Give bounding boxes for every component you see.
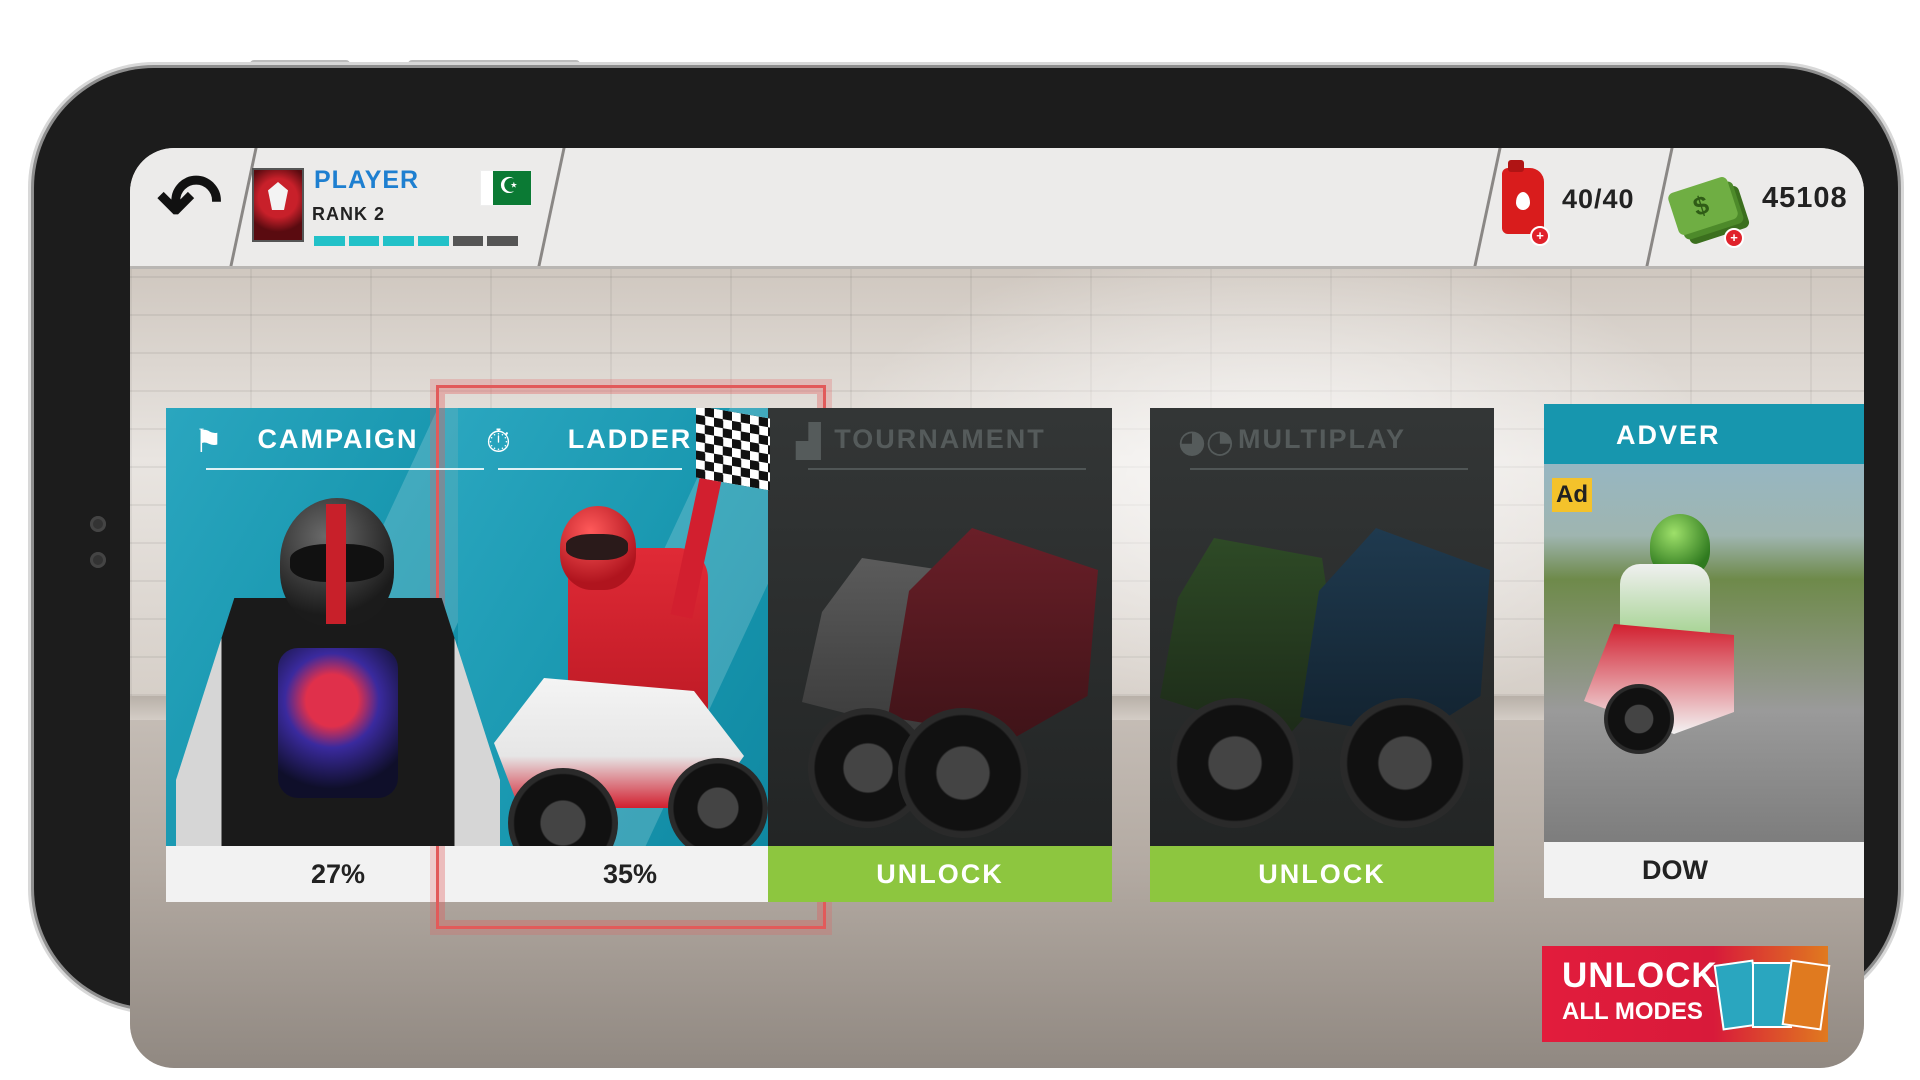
mode-card-ladder[interactable]: ⏱ LADDER 35% — [458, 408, 802, 902]
unlock-multiplay-button[interactable]: UNLOCK — [1150, 846, 1494, 902]
back-arrow-icon[interactable]: ↶ — [140, 162, 240, 242]
top-bar: ↶ PLAYER RANK 2 + 40/40 + 45108 — [130, 148, 1864, 269]
mode-card-multiplay[interactable]: ◕◔ MULTIPLAY UNLOCK — [1150, 408, 1494, 902]
unlock-all-line2: ALL MODES — [1562, 998, 1703, 1025]
mode-title-tournament: TOURNAMENT — [834, 424, 1046, 454]
cash-stack-icon[interactable] — [1666, 175, 1740, 237]
mode-title-multiplay: MULTIPLAY — [1237, 424, 1406, 454]
mode-card-adventure[interactable]: ADVER Ad DOW — [1544, 404, 1864, 898]
ad-badge: Ad — [1552, 478, 1592, 512]
game-screen: ↶ PLAYER RANK 2 + 40/40 + 45108 — [130, 148, 1864, 1068]
xp-progress-bar — [314, 236, 519, 246]
unlock-tournament-button[interactable]: UNLOCK — [768, 846, 1112, 902]
fuel-value: 40/40 — [1562, 184, 1635, 214]
unlock-all-line1: UNLOCK — [1562, 956, 1718, 995]
player-name: PLAYER — [314, 166, 420, 194]
phone-frame: ↶ PLAYER RANK 2 + 40/40 + 45108 — [34, 68, 1898, 1068]
add-fuel-icon[interactable]: + — [1530, 226, 1550, 246]
mode-footer-adventure: DOW — [1544, 842, 1864, 898]
player-rank: RANK 2 — [312, 204, 386, 224]
unlock-all-modes-button[interactable]: UNLOCK ALL MODES — [1542, 946, 1831, 1042]
country-flag-icon — [480, 170, 532, 206]
player-avatar[interactable] — [252, 168, 304, 242]
fuel-can-icon[interactable] — [1502, 160, 1544, 234]
mode-progress-ladder: 35% — [458, 846, 802, 902]
add-cash-icon[interactable]: + — [1724, 228, 1744, 248]
cash-value: 45108 — [1762, 182, 1848, 214]
mode-title-adventure: ADVER — [1616, 420, 1721, 450]
checkered-flag-icon — [696, 408, 770, 491]
mode-card-tournament[interactable]: ▟ TOURNAMENT UNLOCK — [768, 408, 1112, 902]
